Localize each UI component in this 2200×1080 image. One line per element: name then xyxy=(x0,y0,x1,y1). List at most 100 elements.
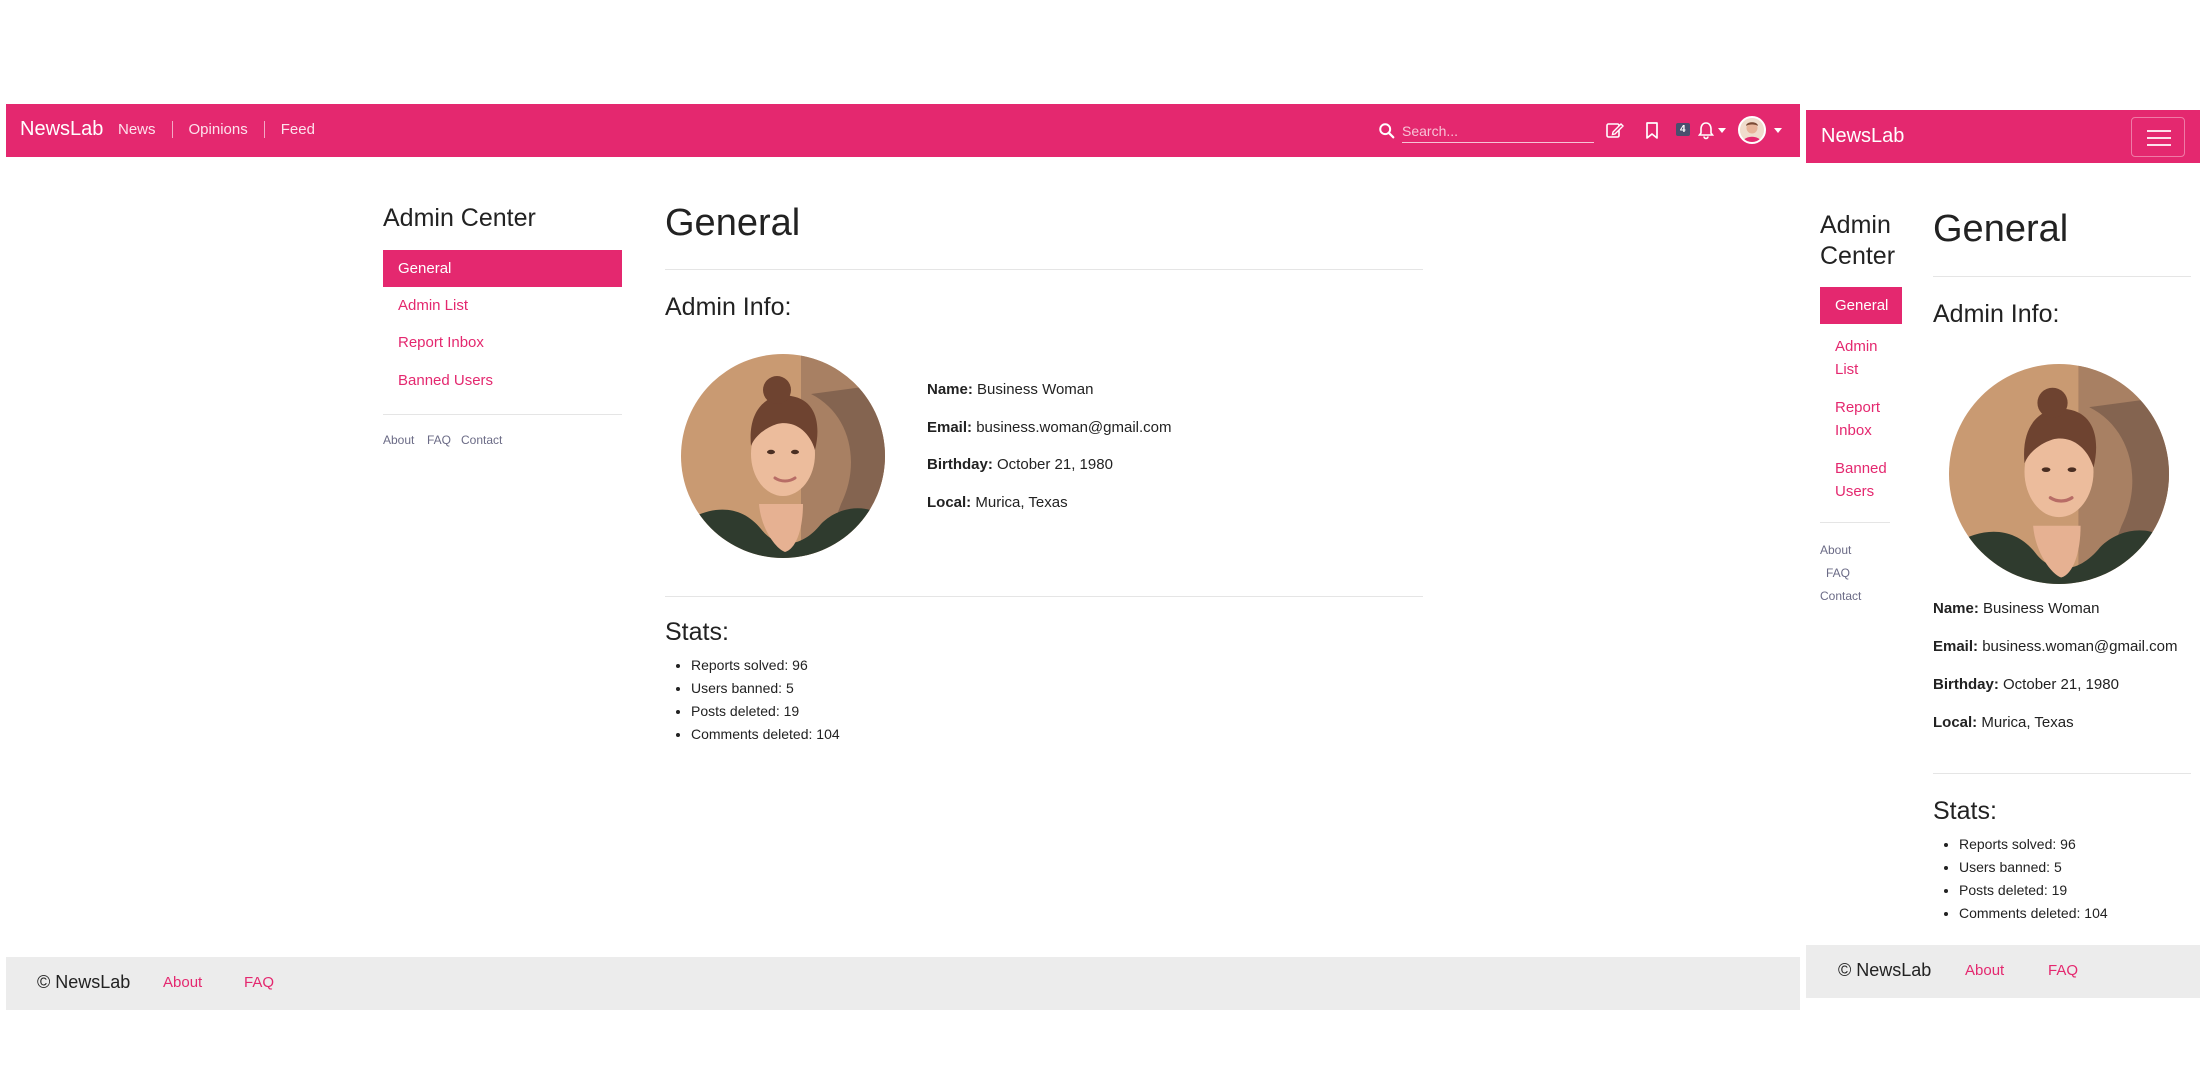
mobile-info-name: Name: Business Woman xyxy=(1933,600,2099,617)
info-birthday-value: October 21, 1980 xyxy=(2003,676,2119,693)
mobile-admin-photo xyxy=(1949,364,2169,584)
mobile-sidebar-item-line: Users xyxy=(1835,483,1875,500)
page-title: General xyxy=(665,202,801,244)
mobile-footer-copyright: © NewsLab xyxy=(1838,960,1932,980)
footer-link-about[interactable]: About xyxy=(163,974,202,991)
chevron-down-icon[interactable] xyxy=(1774,128,1782,133)
info-email-value: business.woman@gmail.com xyxy=(1982,638,2178,655)
info-birthday-label: Birthday: xyxy=(1933,676,1999,693)
sidebar-footer-about[interactable]: About xyxy=(383,433,414,447)
info-local-value: Murica, Texas xyxy=(1981,714,2074,731)
mobile-sidebar-item-general[interactable]: General xyxy=(1820,287,1902,324)
mobile-sidebar-item-line: List xyxy=(1835,361,1859,378)
mobile-sidebar-footer-contact[interactable]: Contact xyxy=(1820,589,1861,603)
stat-item: Reports solved: 96 xyxy=(1959,833,2108,856)
nav-link-news[interactable]: News xyxy=(118,121,172,138)
nav-link-feed[interactable]: Feed xyxy=(265,121,331,138)
mobile-sidebar-footer-about[interactable]: About xyxy=(1820,543,1851,557)
mobile-sidebar-item-banned-users[interactable]: Banned Users xyxy=(1835,457,1887,503)
info-name-value: Business Woman xyxy=(1983,600,2100,617)
info-name: Name: Business Woman xyxy=(927,381,1093,398)
info-name-value: Business Woman xyxy=(977,381,1094,398)
info-divider xyxy=(665,596,1423,597)
bell-icon[interactable] xyxy=(1696,120,1716,140)
footer-copyright: © NewsLab xyxy=(37,972,131,992)
stat-item: Posts deleted: 19 xyxy=(1959,879,2108,902)
mobile-info-local: Local: Murica, Texas xyxy=(1933,714,2074,731)
sidebar-footer-contact[interactable]: Contact xyxy=(461,433,502,447)
info-name-label: Name: xyxy=(927,381,973,398)
info-local: Local: Murica, Texas xyxy=(927,494,1068,511)
info-local-value: Murica, Texas xyxy=(975,494,1068,511)
footer: © NewsLab About FAQ xyxy=(6,957,1800,1010)
bookmark-icon[interactable] xyxy=(1642,120,1662,140)
mobile-navbar: NewsLab xyxy=(1806,110,2200,163)
mobile-sidebar-item-line: Inbox xyxy=(1835,422,1872,439)
sidebar-title: Admin Center xyxy=(383,204,536,232)
mobile-sidebar-title-line: Admin xyxy=(1820,211,1891,239)
mobile-sidebar-item-line: Admin xyxy=(1835,338,1878,355)
mobile-sidebar-title: Admin Center xyxy=(1820,210,1895,272)
user-avatar-icon xyxy=(1740,118,1764,142)
mobile-title-divider xyxy=(1933,276,2191,277)
sidebar-item-banned-users[interactable]: Banned Users xyxy=(398,372,493,389)
sidebar-item-general[interactable]: General xyxy=(383,250,622,287)
nav-link-opinions[interactable]: Opinions xyxy=(173,121,264,138)
info-birthday-label: Birthday: xyxy=(927,456,993,473)
mobile-stats-heading: Stats: xyxy=(1933,797,1997,825)
info-email: Email: business.woman@gmail.com xyxy=(927,419,1172,436)
desktop-view: NewsLab News Opinions Feed 4 xyxy=(6,104,1800,1010)
mobile-sidebar-item-line: Banned xyxy=(1835,460,1887,477)
search-box xyxy=(1378,116,1600,146)
mobile-sidebar-divider xyxy=(1820,522,1890,523)
nav-links: News Opinions Feed xyxy=(118,121,331,138)
stat-item: Comments deleted: 104 xyxy=(1959,902,2108,925)
stats-list: Reports solved: 96 Users banned: 5 Posts… xyxy=(671,654,840,746)
chevron-down-icon[interactable] xyxy=(1718,128,1726,133)
sidebar-item-admin-list[interactable]: Admin List xyxy=(398,297,468,314)
mobile-info-birthday: Birthday: October 21, 1980 xyxy=(1933,676,2119,693)
admin-info-heading: Admin Info: xyxy=(665,293,792,321)
info-email-value: business.woman@gmail.com xyxy=(976,419,1172,436)
mobile-footer: © NewsLab About FAQ xyxy=(1806,945,2200,998)
info-birthday: Birthday: October 21, 1980 xyxy=(927,456,1113,473)
info-email-label: Email: xyxy=(1933,638,1979,655)
mobile-footer-link-about[interactable]: About xyxy=(1965,962,2004,979)
mobile-admin-info-heading: Admin Info: xyxy=(1933,300,2060,328)
mobile-sidebar-item-admin-list[interactable]: Admin List xyxy=(1835,335,1878,381)
sidebar-item-report-inbox[interactable]: Report Inbox xyxy=(398,334,484,351)
admin-photo xyxy=(681,354,885,558)
mobile-page-title: General xyxy=(1933,208,2069,250)
search-input[interactable] xyxy=(1402,119,1594,143)
mobile-brand-logo[interactable]: NewsLab xyxy=(1821,125,1904,148)
title-divider xyxy=(665,269,1423,270)
sidebar-footer-faq[interactable]: FAQ xyxy=(427,433,451,447)
notification-count-badge: 4 xyxy=(1676,123,1690,136)
mobile-sidebar-item-report-inbox[interactable]: Report Inbox xyxy=(1835,396,1880,442)
mobile-sidebar-title-line: Center xyxy=(1820,242,1896,270)
stats-heading: Stats: xyxy=(665,618,729,646)
mobile-footer-link-faq[interactable]: FAQ xyxy=(2048,962,2078,979)
info-birthday-value: October 21, 1980 xyxy=(997,456,1113,473)
sidebar-divider xyxy=(383,414,622,415)
stat-item: Posts deleted: 19 xyxy=(691,700,840,723)
stat-item: Users banned: 5 xyxy=(691,677,840,700)
hamburger-icon xyxy=(2147,137,2171,139)
info-email-label: Email: xyxy=(927,419,973,436)
mobile-sidebar-footer-faq[interactable]: FAQ xyxy=(1826,566,1850,580)
stat-item: Comments deleted: 104 xyxy=(691,723,840,746)
navbar: NewsLab News Opinions Feed 4 xyxy=(6,104,1800,157)
hamburger-icon xyxy=(2147,144,2171,146)
brand-logo[interactable]: NewsLab xyxy=(20,118,103,141)
info-local-label: Local: xyxy=(1933,714,1978,731)
avatar[interactable] xyxy=(1738,116,1766,144)
mobile-info-email: Email: business.woman@gmail.com xyxy=(1933,638,2178,655)
menu-toggle-button[interactable] xyxy=(2131,117,2185,157)
admin-portrait-image xyxy=(681,354,885,558)
info-local-label: Local: xyxy=(927,494,972,511)
footer-link-faq[interactable]: FAQ xyxy=(244,974,274,991)
edit-icon[interactable] xyxy=(1604,120,1624,140)
search-icon[interactable] xyxy=(1378,122,1396,140)
admin-portrait-image xyxy=(1949,364,2169,584)
mobile-view: NewsLab Admin Center General Admin List … xyxy=(1806,110,2200,1000)
